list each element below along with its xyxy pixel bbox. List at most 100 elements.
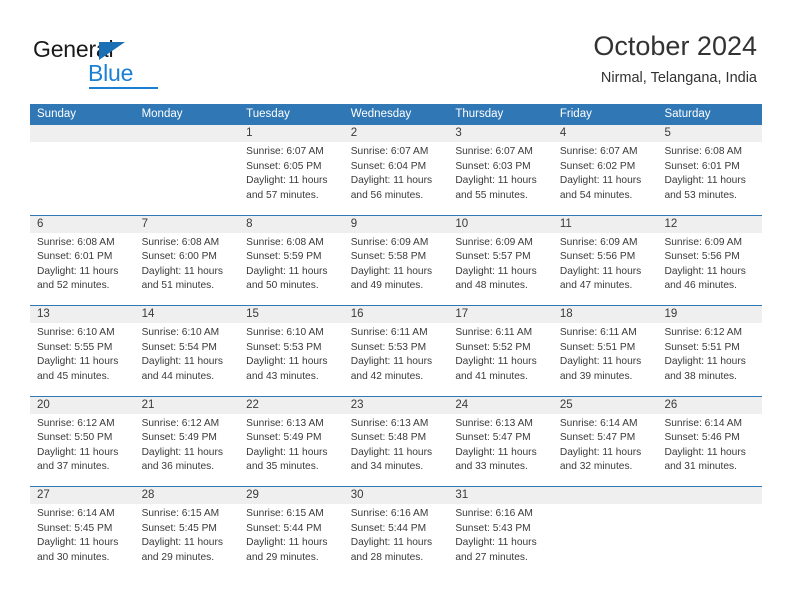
calendar-page: General Blue October 2024 Nirmal, Telang… xyxy=(0,0,792,612)
sunset-text: Sunset: 5:44 PM xyxy=(246,522,322,534)
day-cell[interactable]: 4 Sunrise: 6:07 AM Sunset: 6:02 PM Daylight… xyxy=(552,125,658,215)
sunset-text: Sunset: 5:59 PM xyxy=(246,251,322,263)
day-cell[interactable]: 25 Sunrise: 6:14 AM Sunset: 5:47 PM Dayligh… xyxy=(552,396,658,487)
logo-triangle-icon xyxy=(99,42,125,60)
day-number: 31 xyxy=(455,489,469,501)
day-number-band: 16 xyxy=(343,306,449,323)
day-cell[interactable]: 7 Sunrise: 6:08 AM Sunset: 6:00 PM Daylight… xyxy=(134,215,240,306)
day-cell[interactable]: 24 Sunrise: 6:13 AM Sunset: 5:47 PM Dayligh… xyxy=(448,396,553,487)
day-cell[interactable]: 13 Sunrise: 6:10 AM Sunset: 5:55 PM Dayligh… xyxy=(30,306,135,396)
sunrise-text: Sunrise: 6:08 AM xyxy=(37,236,115,248)
sunset-text: Sunset: 5:47 PM xyxy=(455,432,531,444)
day-cell[interactable]: 21 Sunrise: 6:12 AM Sunset: 5:49 PM Dayligh… xyxy=(134,396,240,487)
day-number: 1 xyxy=(246,127,253,139)
day-number-band: 27 xyxy=(30,487,135,504)
daylight-text-line2: and 53 minutes. xyxy=(664,189,737,201)
day-cell[interactable]: 14 Sunrise: 6:10 AM Sunset: 5:54 PM Dayligh… xyxy=(134,306,240,396)
day-cell[interactable]: 28 Sunrise: 6:15 AM Sunset: 5:45 PM Dayligh… xyxy=(134,487,240,577)
day-sun-info: Sunrise: 6:08 AM Sunset: 5:59 PM Daylight:… xyxy=(239,233,344,294)
day-cell[interactable]: 9 Sunrise: 6:09 AM Sunset: 5:58 PM Daylight… xyxy=(343,215,449,306)
daylight-text-line2: and 29 minutes. xyxy=(141,551,215,563)
sunset-text: Sunset: 5:51 PM xyxy=(559,341,636,353)
daylight-text-line1: Daylight: 11 hours xyxy=(246,446,328,458)
sunset-text: Sunset: 6:02 PM xyxy=(559,160,636,172)
day-sun-info: Sunrise: 6:07 AM Sunset: 6:02 PM Daylight:… xyxy=(553,142,658,203)
daylight-text-line2: and 54 minutes. xyxy=(559,189,633,201)
weekday-header-wednesday: Wednesday xyxy=(350,108,412,120)
sunset-text: Sunset: 6:05 PM xyxy=(246,160,322,172)
sunrise-text: Sunrise: 6:13 AM xyxy=(455,417,533,429)
day-cell[interactable]: 16 Sunrise: 6:11 AM Sunset: 5:53 PM Dayligh… xyxy=(343,306,449,396)
day-cell[interactable]: 8 Sunrise: 6:08 AM Sunset: 5:59 PM Daylight… xyxy=(239,215,344,306)
day-number-band: 24 xyxy=(448,396,553,414)
day-cell[interactable]: 15 Sunrise: 6:10 AM Sunset: 5:53 PM Dayligh… xyxy=(239,306,344,396)
day-cell[interactable]: 26 Sunrise: 6:14 AM Sunset: 5:46 PM Dayligh… xyxy=(657,396,763,487)
sunset-text: Sunset: 5:56 PM xyxy=(559,251,636,263)
day-cell[interactable]: 22 Sunrise: 6:13 AM Sunset: 5:49 PM Dayligh… xyxy=(239,396,344,487)
sunset-text: Sunset: 5:49 PM xyxy=(141,432,217,444)
sunset-text: Sunset: 5:46 PM xyxy=(664,432,740,444)
sunrise-text: Sunrise: 6:09 AM xyxy=(559,236,638,248)
day-cell[interactable]: 1 Sunrise: 6:07 AM Sunset: 6:05 PM Daylight… xyxy=(239,125,344,215)
day-cell-empty xyxy=(657,487,763,577)
sunset-text: Sunset: 5:44 PM xyxy=(350,522,427,534)
calendar-week-row: 1 Sunrise: 6:07 AM Sunset: 6:05 PM Daylight… xyxy=(30,124,763,215)
sunrise-text: Sunrise: 6:07 AM xyxy=(559,146,638,157)
sunset-text: Sunset: 5:47 PM xyxy=(559,432,636,444)
day-cell[interactable]: 18 Sunrise: 6:11 AM Sunset: 5:51 PM Dayligh… xyxy=(552,306,658,396)
day-number-band: 17 xyxy=(448,306,553,323)
day-cell[interactable]: 17 Sunrise: 6:11 AM Sunset: 5:52 PM Dayligh… xyxy=(448,306,553,396)
day-cell[interactable]: 11 Sunrise: 6:09 AM Sunset: 5:56 PM Dayligh… xyxy=(552,215,658,306)
day-cell[interactable]: 6 Sunrise: 6:08 AM Sunset: 6:01 PM Daylight… xyxy=(30,215,135,306)
day-number-band xyxy=(657,487,763,504)
sunset-text: Sunset: 5:51 PM xyxy=(664,341,740,353)
daylight-text-line2: and 34 minutes. xyxy=(350,461,424,473)
day-cell-empty xyxy=(552,487,658,577)
day-number: 25 xyxy=(559,398,573,411)
day-cell[interactable]: 31 Sunrise: 6:16 AM Sunset: 5:43 PM Dayligh… xyxy=(448,487,553,577)
sunrise-text: Sunrise: 6:11 AM xyxy=(350,327,428,338)
daylight-text-line1: Daylight: 11 hours xyxy=(350,175,433,187)
day-sun-info: Sunrise: 6:07 AM Sunset: 6:03 PM Daylight:… xyxy=(448,142,553,203)
logo-text-blue: Blue xyxy=(88,60,134,86)
day-number-band: 2 xyxy=(343,125,449,142)
day-cell[interactable]: 5 Sunrise: 6:08 AM Sunset: 6:01 PM Daylight… xyxy=(657,125,763,215)
weekday-header-monday: Monday xyxy=(141,108,183,120)
sunrise-text: Sunrise: 6:12 AM xyxy=(141,417,220,429)
weekday-header-sunday: Sunday xyxy=(37,108,77,120)
page-title: October 2024 xyxy=(593,31,757,61)
sunrise-text: Sunrise: 6:14 AM xyxy=(559,417,638,429)
day-number-band: 23 xyxy=(343,396,449,414)
daylight-text-line1: Daylight: 11 hours xyxy=(141,356,223,368)
day-cell[interactable]: 20 Sunrise: 6:12 AM Sunset: 5:50 PM Dayligh… xyxy=(30,396,135,487)
day-number: 7 xyxy=(141,217,148,230)
day-cell[interactable]: 29 Sunrise: 6:15 AM Sunset: 5:44 PM Dayligh… xyxy=(239,487,344,577)
day-number: 8 xyxy=(246,217,253,230)
daylight-text-line1: Daylight: 11 hours xyxy=(141,265,223,277)
weekday-header-friday: Friday xyxy=(559,108,592,120)
day-sun-info: Sunrise: 6:09 AM Sunset: 5:56 PM Daylight:… xyxy=(553,233,658,294)
day-number: 5 xyxy=(664,127,671,139)
day-sun-info: Sunrise: 6:13 AM Sunset: 5:47 PM Daylight:… xyxy=(448,414,553,475)
day-cell[interactable]: 19 Sunrise: 6:12 AM Sunset: 5:51 PM Dayligh… xyxy=(657,306,763,396)
sunrise-text: Sunrise: 6:09 AM xyxy=(455,236,533,248)
day-cell[interactable]: 27 Sunrise: 6:14 AM Sunset: 5:45 PM Dayligh… xyxy=(30,487,135,577)
sunrise-text: Sunrise: 6:13 AM xyxy=(350,417,429,429)
day-cell[interactable]: 2 Sunrise: 6:07 AM Sunset: 6:04 PM Daylight… xyxy=(343,125,449,215)
day-sun-info: Sunrise: 6:13 AM Sunset: 5:49 PM Daylight:… xyxy=(239,414,344,475)
day-number-band: 9 xyxy=(343,215,449,233)
daylight-text-line1: Daylight: 11 hours xyxy=(350,356,433,368)
daylight-text-line1: Daylight: 11 hours xyxy=(664,356,746,368)
sunrise-text: Sunrise: 6:14 AM xyxy=(37,508,115,519)
sunrise-text: Sunrise: 6:16 AM xyxy=(350,508,429,519)
day-sun-info: Sunrise: 6:07 AM Sunset: 6:04 PM Daylight:… xyxy=(344,142,449,203)
daylight-text-line2: and 33 minutes. xyxy=(455,461,528,473)
day-cell[interactable]: 3 Sunrise: 6:07 AM Sunset: 6:03 PM Daylight… xyxy=(448,125,553,215)
day-cell[interactable]: 10 Sunrise: 6:09 AM Sunset: 5:57 PM Dayligh… xyxy=(448,215,553,306)
daylight-text-line1: Daylight: 11 hours xyxy=(664,265,746,277)
day-cell[interactable]: 30 Sunrise: 6:16 AM Sunset: 5:44 PM Dayligh… xyxy=(343,487,449,577)
daylight-text-line2: and 28 minutes. xyxy=(350,551,424,563)
calendar-weeks: 1 Sunrise: 6:07 AM Sunset: 6:05 PM Daylight… xyxy=(30,124,763,577)
day-cell[interactable]: 23 Sunrise: 6:13 AM Sunset: 5:48 PM Dayligh… xyxy=(343,396,449,487)
day-cell[interactable]: 12 Sunrise: 6:09 AM Sunset: 5:56 PM Dayligh… xyxy=(657,215,763,306)
